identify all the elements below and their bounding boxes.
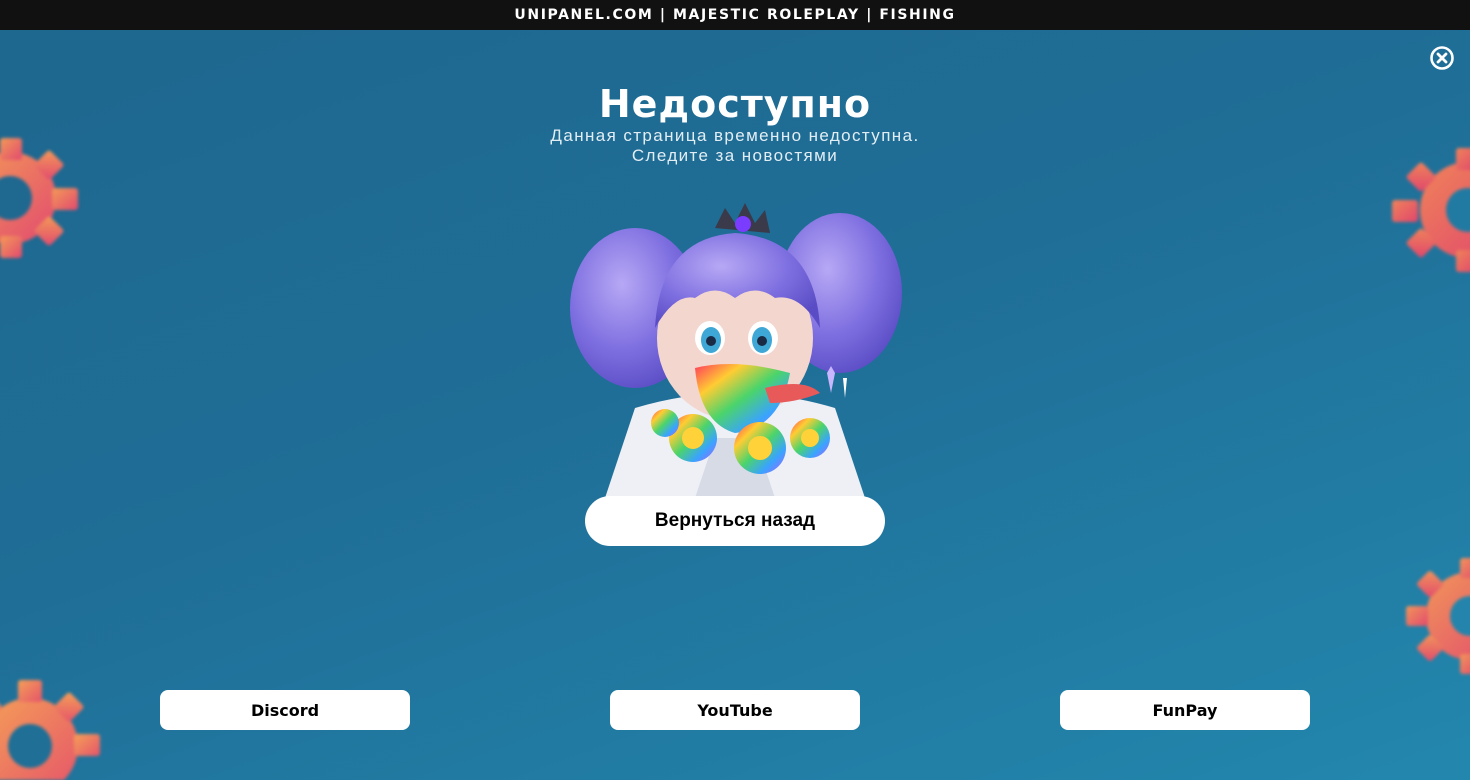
youtube-link-button[interactable]: YouTube — [610, 690, 860, 730]
gear-icon — [0, 670, 110, 780]
page-subtitle: Данная страница временно недоступна. Сле… — [0, 126, 1470, 166]
page-title: Недоступно — [598, 82, 872, 126]
main-stage: Недоступно Данная страница временно недо… — [0, 30, 1470, 780]
back-button[interactable]: Вернуться назад — [585, 496, 885, 546]
character-illustration — [565, 198, 905, 498]
funpay-link-button[interactable]: FunPay — [1060, 690, 1310, 730]
subtitle-line-2: Следите за новостями — [631, 146, 839, 165]
gear-icon — [1400, 540, 1470, 690]
subtitle-line-1: Данная страница временно недоступна. — [550, 126, 920, 145]
top-banner: UNIPANEL.COM | MAJESTIC ROLEPLAY | FISHI… — [0, 0, 1470, 30]
close-icon[interactable] — [1430, 46, 1454, 70]
discord-link-button[interactable]: Discord — [160, 690, 410, 730]
banner-title: UNIPANEL.COM | MAJESTIC ROLEPLAY | FISHI… — [514, 7, 956, 23]
